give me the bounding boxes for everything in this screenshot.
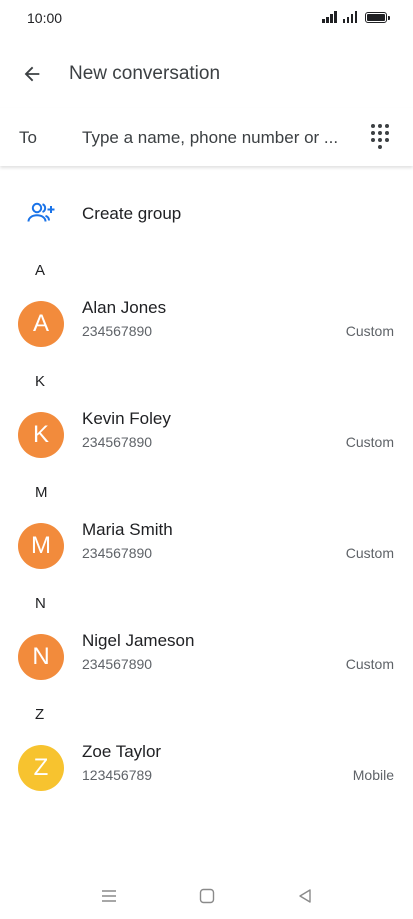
contact-item[interactable]: K Kevin Foley 234567890 Custom [0,403,413,465]
system-back-button[interactable] [290,881,320,911]
app-bar: New conversation [0,44,413,104]
contact-number-type: Custom [345,323,394,339]
status-bar: 10:00 [0,0,413,36]
signal-icon [322,11,337,23]
recipient-row: To [0,108,413,166]
to-label: To [19,128,37,147]
contact-number: 123456789 [82,767,153,783]
back-button[interactable] [14,58,50,90]
contact-name: Nigel Jameson [82,631,195,650]
recents-button[interactable] [94,881,124,911]
menu-icon [102,890,116,902]
home-button[interactable] [192,881,222,911]
avatar: A [18,301,64,347]
contact-number-type: Custom [345,656,394,672]
contact-number: 234567890 [82,656,153,672]
contact-name: Zoe Taylor [82,742,162,761]
battery-icon [365,12,390,23]
system-nav-bar [0,871,413,919]
contact-name: Alan Jones [82,298,167,317]
avatar: M [18,523,64,569]
section-header-a: A [35,262,46,279]
contact-name: Maria Smith [82,520,173,539]
contact-number: 234567890 [82,434,153,450]
page-title: New conversation [69,63,221,84]
contact-number: 234567890 [82,545,153,561]
signal-icon [342,11,357,23]
contact-name: Kevin Foley [82,409,171,428]
create-group-label: Create group [82,204,182,223]
contact-item[interactable]: M Maria Smith 234567890 Custom [0,514,413,576]
back-icon [299,889,311,903]
section-header-k: K [35,373,46,390]
status-icons [322,11,390,23]
avatar: N [18,634,64,680]
contact-number: 234567890 [82,323,153,339]
contact-item[interactable]: Z Zoe Taylor 123456789 Mobile [0,736,413,798]
avatar: K [18,412,64,458]
status-time: 10:00 [27,10,63,26]
contact-item[interactable]: N Nigel Jameson 234567890 Custom [0,625,413,687]
contact-number-type: Custom [345,545,394,561]
contact-number-type: Custom [345,434,394,450]
dialpad-button[interactable] [365,121,395,153]
home-icon [199,888,215,904]
arrow-left-icon [24,66,40,82]
section-header-m: M [35,484,48,501]
dialpad-icon [371,124,389,142]
section-header-n: N [35,595,46,612]
contact-number-type: Mobile [352,767,394,783]
avatar: Z [18,745,64,791]
contact-item[interactable]: A Alan Jones 234567890 Custom [0,292,413,354]
create-group-button[interactable]: Create group [0,190,413,238]
recipient-input[interactable] [82,125,354,151]
section-header-z: Z [35,706,45,723]
add-group-icon [27,202,55,222]
